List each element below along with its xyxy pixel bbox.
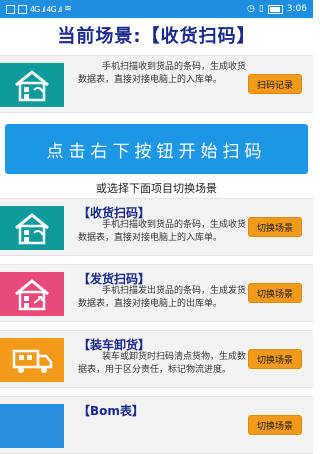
battery-icon (267, 4, 283, 14)
alarm-icon: ◷ (246, 4, 255, 14)
scene-card-bom[interactable]: 【Bom表】 切换场景 (0, 396, 313, 454)
page-title: 当前场景:【收货扫码】 (57, 26, 256, 47)
scene-card-truck[interactable]: 【装车卸货】 装车或卸货时扫码清点货物，生成数据表，用于区分责任，标记物流进度。… (0, 330, 313, 388)
switch-scene-button[interactable]: 切换场景 (248, 415, 302, 435)
notification-icon (18, 4, 27, 14)
status-right: ◷ ▯ 3:06 (247, 4, 307, 14)
scene-card-ship[interactable]: 【发货扫码】 手机扫描发出货品的条码，生成发货数据表，直接对接电脑上的出库单。 … (0, 264, 313, 322)
scene-desc: 手机扫描收到货品的条码，生成收货数据表，直接对接电脑上的入库单。 (78, 220, 247, 243)
house-ship-icon (0, 272, 64, 316)
house-icon (0, 63, 64, 107)
wifi-icon: ≋ (64, 4, 72, 14)
switch-scene-button[interactable]: 切换场景 (248, 349, 302, 369)
vibrate-icon: ▯ (258, 4, 264, 14)
scan-record-button[interactable]: 扫码记录 (248, 74, 302, 94)
truck-icon (0, 338, 64, 382)
switch-scene-button[interactable]: 切换场景 (248, 283, 302, 303)
scene-title: 【Bom表】 (78, 404, 144, 418)
status-time: 3:06 (286, 4, 307, 14)
scene-desc: 装车或卸货时扫码清点货物，生成数据表，用于区分责任，标记物流进度。 (78, 352, 247, 375)
scene-desc: 手机扫描发出货品的条码，生成发货数据表，直接对接电脑上的出库单。 (78, 286, 247, 309)
switch-scene-button[interactable]: 切换场景 (248, 217, 302, 237)
status-bar: 4G .ıl 4G .ıl ≋ ◷ ▯ 3:06 (0, 0, 313, 18)
signal-icon: 4G .ıl 4G .ıl (30, 4, 62, 14)
bom-icon (0, 404, 64, 448)
notification-icon (6, 4, 15, 14)
scene-card-receive[interactable]: 【收货扫码】 手机扫描收到货品的条码，生成收货数据表，直接对接电脑上的入库单。 … (0, 198, 313, 256)
status-left: 4G .ıl 4G .ıl ≋ (6, 4, 72, 14)
start-scan-button[interactable]: 点击右下按钮开始扫码 (5, 124, 308, 174)
house-receive-icon (0, 206, 64, 250)
switch-hint: 或选择下面项目切换场景 (96, 182, 217, 195)
current-scene-card: 手机扫描收到货品的条码，生成收货数据表，直接对接电脑上的入库单。 扫码记录 (0, 55, 313, 113)
current-scene-desc: 手机扫描收到货品的条码，生成收货数据表，直接对接电脑上的入库单。 (78, 62, 247, 85)
